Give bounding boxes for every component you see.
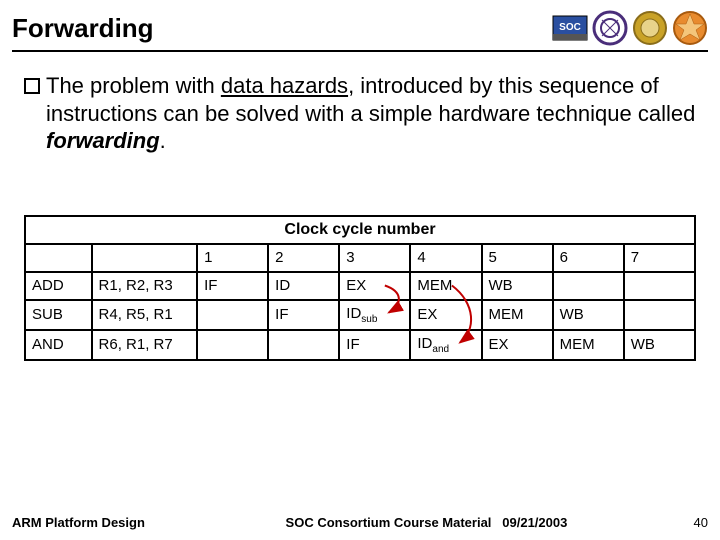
stage-cell [268, 330, 339, 360]
cycle-head: 1 [197, 244, 268, 272]
instr-cell: SUB [25, 300, 92, 330]
stage-cell [197, 300, 268, 330]
stage-cell [624, 300, 695, 330]
bullet-item: The problem with data hazards, introduce… [24, 72, 696, 155]
svg-text:SOC: SOC [559, 22, 581, 33]
footer-left: ARM Platform Design [12, 515, 145, 530]
stage-cell: IF [197, 272, 268, 300]
stage-cell [197, 330, 268, 360]
stage-cell: MEM [482, 300, 553, 330]
regs-cell: R4, R5, R1 [92, 300, 198, 330]
footer-center: SOC Consortium Course Material 09/21/200… [145, 515, 708, 530]
cycle-head: 2 [268, 244, 339, 272]
seal-gold-icon [632, 10, 668, 46]
stage-cell: WB [482, 272, 553, 300]
table-header: Clock cycle number [25, 216, 695, 244]
seal-purple-icon [592, 10, 628, 46]
table-row: SUB R4, R5, R1 IF IDsub EX MEM WB [25, 300, 695, 330]
para-post: . [160, 128, 166, 153]
stage-cell: WB [624, 330, 695, 360]
stage-cell [624, 272, 695, 300]
stage-cell: EX [482, 330, 553, 360]
stage-cell: IDand [410, 330, 481, 360]
logo-row: SOC [552, 10, 708, 46]
paragraph-text: The problem with data hazards, introduce… [46, 72, 696, 155]
stage-cell: EX [410, 300, 481, 330]
stage-cell: EX [339, 272, 410, 300]
cycle-header-row: 1 2 3 4 5 6 7 [25, 244, 695, 272]
soc-logo-icon: SOC [552, 10, 588, 46]
para-underlined: data hazards [221, 73, 348, 98]
stage-cell: WB [553, 300, 624, 330]
stage-cell: IF [339, 330, 410, 360]
cycle-head: 7 [624, 244, 695, 272]
footer-page-number: 40 [694, 515, 708, 530]
table-row: AND R6, R1, R7 IF IDand EX MEM WB [25, 330, 695, 360]
stage-cell: ID [268, 272, 339, 300]
stage-cell: MEM [410, 272, 481, 300]
footer-date: 09/21/2003 [502, 515, 567, 530]
footer: ARM Platform Design SOC Consortium Cours… [12, 515, 708, 530]
para-pre: The problem with [46, 73, 221, 98]
instr-cell: ADD [25, 272, 92, 300]
regs-cell: R6, R1, R7 [92, 330, 198, 360]
stage-cell [553, 272, 624, 300]
instr-cell: AND [25, 330, 92, 360]
cycle-head: 3 [339, 244, 410, 272]
cycle-head: 4 [410, 244, 481, 272]
regs-cell: R1, R2, R3 [92, 272, 198, 300]
pipeline-table: Clock cycle number 1 2 3 4 5 6 7 ADD R1,… [24, 215, 696, 361]
page-title: Forwarding [12, 13, 552, 44]
blank-cell [92, 244, 198, 272]
seal-orange-icon [672, 10, 708, 46]
stage-cell: MEM [553, 330, 624, 360]
square-bullet-icon [24, 78, 40, 94]
stage-cell: IDsub [339, 300, 410, 330]
cycle-head: 6 [553, 244, 624, 272]
cycle-head: 5 [482, 244, 553, 272]
stage-cell: IF [268, 300, 339, 330]
para-bold-italic: forwarding [46, 128, 160, 153]
blank-cell [25, 244, 92, 272]
table-row: ADD R1, R2, R3 IF ID EX MEM WB [25, 272, 695, 300]
